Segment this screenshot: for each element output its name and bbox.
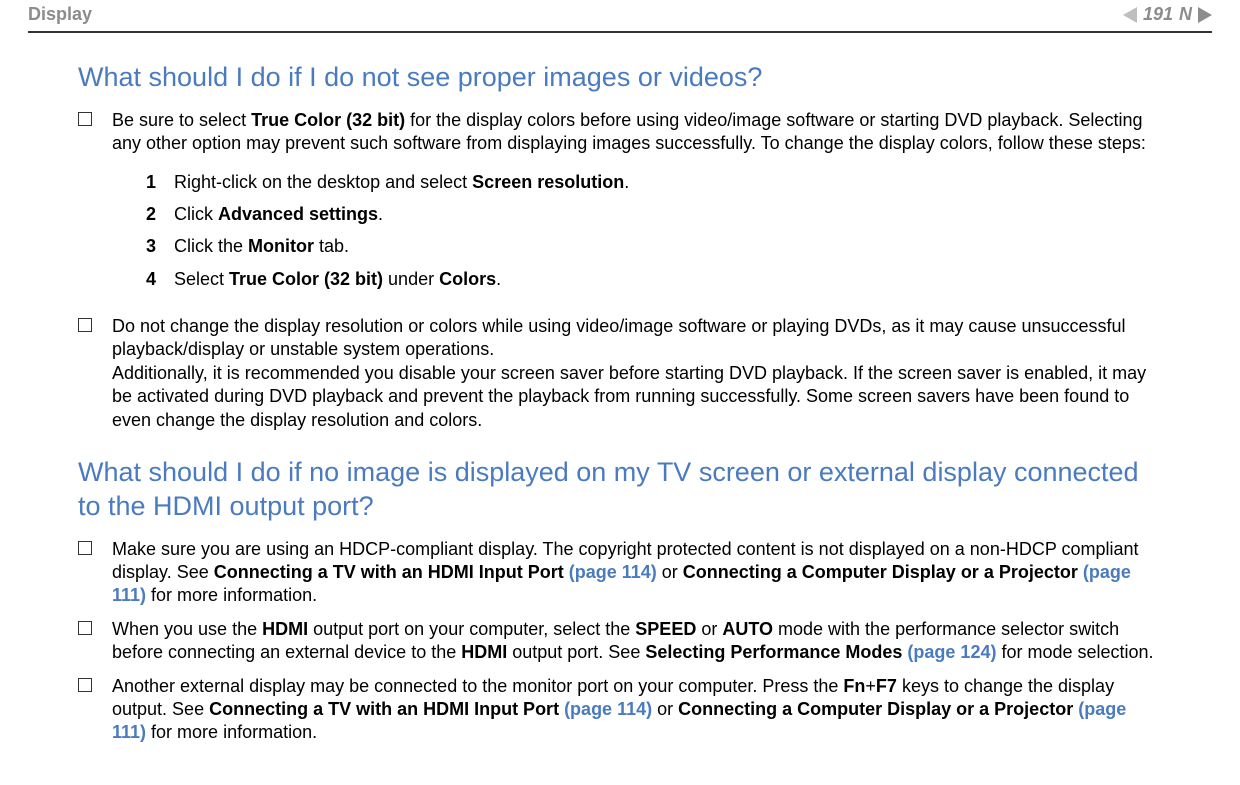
steps-list: 1Right-click on the desktop and select S…: [146, 166, 1162, 296]
list-item: When you use the HDMI output port on you…: [78, 618, 1162, 665]
list-item: Another external display may be connecte…: [78, 675, 1162, 745]
step-4: 4Select True Color (32 bit) under Colors…: [146, 263, 1162, 295]
prev-page-icon[interactable]: [1123, 7, 1137, 23]
content-body: What should I do if I do not see proper …: [28, 61, 1212, 745]
step-1: 1Right-click on the desktop and select S…: [146, 166, 1162, 198]
page-link-124[interactable]: (page 124): [907, 642, 996, 662]
page-link-114[interactable]: (page 114): [569, 562, 657, 582]
bullet-text: When you use the HDMI output port on you…: [112, 618, 1162, 665]
list-item: Do not change the display resolution or …: [78, 315, 1162, 432]
section-title: Display: [28, 4, 92, 25]
bullet-text: Make sure you are using an HDCP-complian…: [112, 538, 1162, 608]
page-link-114[interactable]: (page 114): [564, 699, 652, 719]
bullet-text: Be sure to select True Color (32 bit) fo…: [112, 109, 1162, 305]
step-2: 2Click Advanced settings.: [146, 198, 1162, 230]
page-number: 191: [1143, 4, 1173, 25]
square-bullet-icon: [78, 112, 92, 126]
list-item: Make sure you are using an HDCP-complian…: [78, 538, 1162, 608]
list-item: Be sure to select True Color (32 bit) fo…: [78, 109, 1162, 305]
page-header: Display 191 N: [28, 0, 1212, 27]
next-page-icon[interactable]: [1198, 7, 1212, 23]
question-heading-1: What should I do if I do not see proper …: [78, 61, 1162, 95]
header-rule: [28, 31, 1212, 33]
page-letter: N: [1179, 4, 1192, 25]
step-3: 3Click the Monitor tab.: [146, 230, 1162, 262]
bullet-text: Another external display may be connecte…: [112, 675, 1162, 745]
square-bullet-icon: [78, 678, 92, 692]
square-bullet-icon: [78, 318, 92, 332]
square-bullet-icon: [78, 621, 92, 635]
question-heading-2: What should I do if no image is displaye…: [78, 456, 1162, 524]
page-indicator: 191 N: [1123, 4, 1212, 25]
bullet-text: Do not change the display resolution or …: [112, 315, 1162, 432]
square-bullet-icon: [78, 541, 92, 555]
